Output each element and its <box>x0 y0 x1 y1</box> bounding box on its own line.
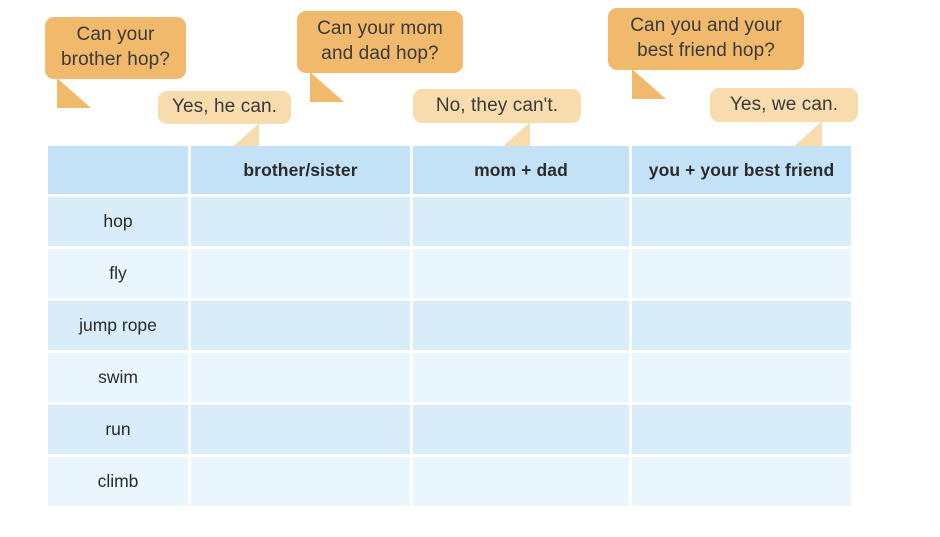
table-header-row: brother/sister mom + dad you + your best… <box>48 146 851 194</box>
table-row: jump rope <box>48 301 851 350</box>
answer-bubble-2-text: No, they can't. <box>435 94 559 116</box>
question-bubble-2: Can your mom and dad hop? <box>297 11 463 73</box>
row-label-fly: fly <box>48 249 188 298</box>
cell-swim-brother-sister[interactable] <box>191 353 410 402</box>
table-row: climb <box>48 457 851 506</box>
row-label-jump-rope: jump rope <box>48 301 188 350</box>
table-row: hop <box>48 197 851 246</box>
table-row: run <box>48 405 851 454</box>
table-header-brother-sister: brother/sister <box>191 146 410 194</box>
table-header-mom-dad: mom + dad <box>413 146 629 194</box>
answer-bubble-3: Yes, we can. <box>710 88 858 122</box>
cell-jump-rope-mom-dad[interactable] <box>413 301 629 350</box>
cell-fly-mom-dad[interactable] <box>413 249 629 298</box>
cell-jump-rope-brother-sister[interactable] <box>191 301 410 350</box>
table-row: swim <box>48 353 851 402</box>
question-bubble-1: Can your brother hop? <box>45 17 186 79</box>
cell-run-brother-sister[interactable] <box>191 405 410 454</box>
answer-bubble-2: No, they can't. <box>413 89 581 123</box>
cell-climb-mom-dad[interactable] <box>413 457 629 506</box>
activity-table: brother/sister mom + dad you + your best… <box>45 143 854 509</box>
question-bubble-2-tail <box>310 72 344 102</box>
table-row: fly <box>48 249 851 298</box>
question-bubble-1-tail <box>57 78 91 108</box>
cell-climb-you-best-friend[interactable] <box>632 457 851 506</box>
question-bubble-3: Can you and your best friend hop? <box>608 8 804 70</box>
row-label-run: run <box>48 405 188 454</box>
cell-run-mom-dad[interactable] <box>413 405 629 454</box>
cell-swim-mom-dad[interactable] <box>413 353 629 402</box>
row-label-hop: hop <box>48 197 188 246</box>
question-bubble-3-text: Can you and your best friend hop? <box>630 15 782 61</box>
question-bubble-3-tail <box>632 69 666 99</box>
row-label-climb: climb <box>48 457 188 506</box>
table-corner-cell <box>48 146 188 194</box>
answer-bubble-1-text: Yes, he can. <box>171 96 278 118</box>
cell-hop-you-best-friend[interactable] <box>632 197 851 246</box>
answer-bubble-1: Yes, he can. <box>158 91 291 124</box>
question-bubble-1-text: Can your brother hop? <box>61 24 170 70</box>
cell-fly-brother-sister[interactable] <box>191 249 410 298</box>
answer-bubble-3-text: Yes, we can. <box>729 93 839 115</box>
cell-jump-rope-you-best-friend[interactable] <box>632 301 851 350</box>
row-label-swim: swim <box>48 353 188 402</box>
cell-run-you-best-friend[interactable] <box>632 405 851 454</box>
question-bubble-2-text: Can your mom and dad hop? <box>317 18 443 64</box>
cell-climb-brother-sister[interactable] <box>191 457 410 506</box>
cell-hop-mom-dad[interactable] <box>413 197 629 246</box>
cell-fly-you-best-friend[interactable] <box>632 249 851 298</box>
cell-hop-brother-sister[interactable] <box>191 197 410 246</box>
table-header-you-best-friend: you + your best friend <box>632 146 851 194</box>
cell-swim-you-best-friend[interactable] <box>632 353 851 402</box>
